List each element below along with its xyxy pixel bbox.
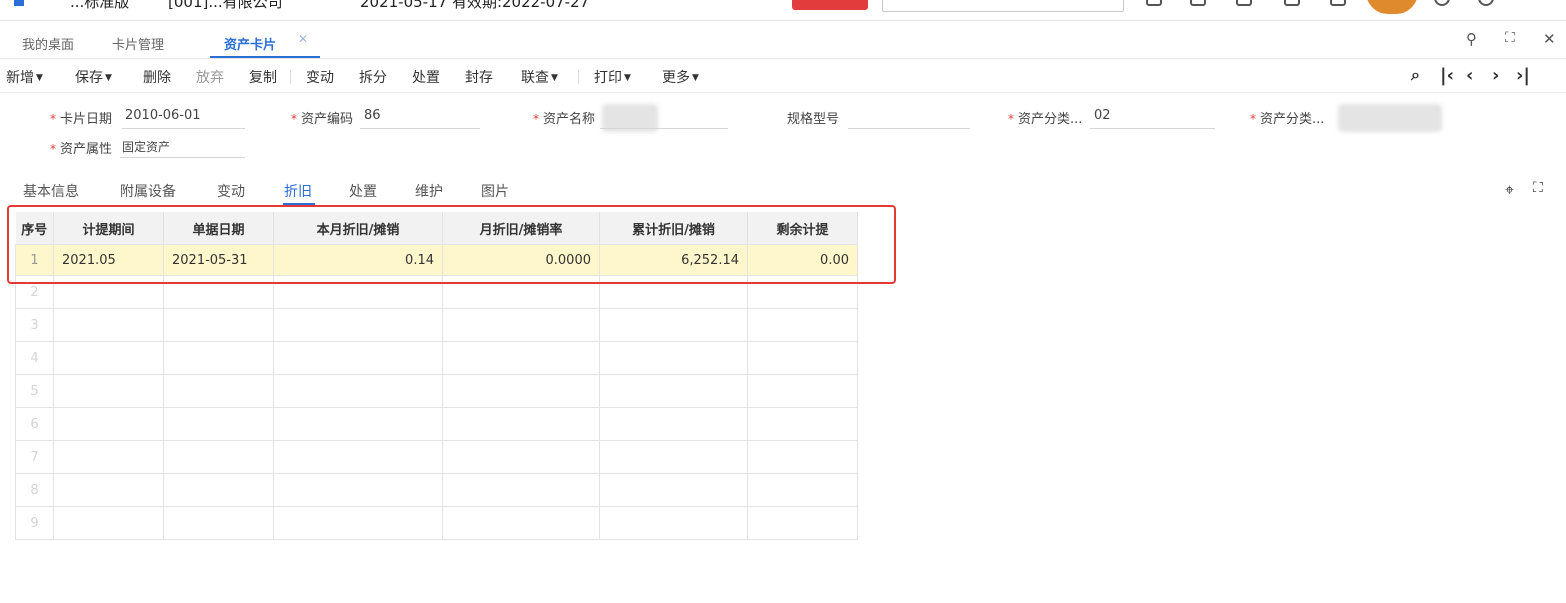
chevron-down-icon: ▼ <box>624 73 631 83</box>
row-number: 4 <box>15 341 54 375</box>
last-record-icon[interactable]: ›| <box>1516 65 1530 86</box>
copy-button[interactable]: 复制 <box>249 67 277 87</box>
mascot-icon[interactable] <box>1366 0 1418 14</box>
category1-field[interactable]: 02 <box>1094 108 1111 123</box>
subtab-basic-info[interactable]: 基本信息 <box>23 181 79 201</box>
logo-icon <box>14 0 24 6</box>
dispose-button[interactable]: 处置 <box>412 67 440 87</box>
print-dropdown-button[interactable]: 打印 ▼ <box>594 67 631 87</box>
top-header: ...标准版 [001]...有限公司 2021-05-17 有效期:2022-… <box>0 0 1566 21</box>
table-row[interactable]: 9 <box>15 506 858 540</box>
row-number: 9 <box>15 506 54 540</box>
chevron-down-icon: ▼ <box>551 73 558 83</box>
close-icon[interactable]: ✕ <box>1543 30 1556 48</box>
tab-desktop[interactable]: 我的桌面 <box>22 34 74 53</box>
field-underline <box>600 128 728 129</box>
highlight-annotation-box <box>7 205 896 284</box>
expand-icon[interactable]: ⛶ <box>1533 180 1543 196</box>
search-input[interactable] <box>882 0 1124 12</box>
category2-field[interactable] <box>1338 104 1442 132</box>
delete-button[interactable]: 删除 <box>143 67 171 87</box>
asset-code-field[interactable]: 86 <box>364 108 381 123</box>
change-button[interactable]: 变动 <box>306 67 334 87</box>
table-row[interactable]: 6 <box>15 407 858 441</box>
field-underline <box>360 128 480 129</box>
app-icon[interactable] <box>1146 0 1162 6</box>
table-row[interactable]: 3 <box>15 308 858 342</box>
row-number: 7 <box>15 440 54 474</box>
seal-button[interactable]: 封存 <box>465 67 493 87</box>
row-number: 8 <box>15 473 54 507</box>
subtab-images[interactable]: 图片 <box>481 181 509 201</box>
field-underline <box>120 157 245 158</box>
category2-label: * 资产分类... <box>1250 112 1325 127</box>
discard-button[interactable]: 放弃 <box>196 67 224 87</box>
card-date-field[interactable]: 2010-06-01 <box>125 108 201 123</box>
field-underline <box>1090 128 1215 129</box>
table-row[interactable]: 4 <box>15 341 858 375</box>
toolbar-divider <box>578 70 579 84</box>
asset-name-label: * 资产名称 <box>533 112 596 127</box>
new-dropdown-button[interactable]: 新增 ▼ <box>6 67 43 87</box>
more-dropdown-button[interactable]: 更多 ▼ <box>662 67 699 87</box>
new-button[interactable] <box>792 0 868 10</box>
table-row[interactable]: 8 <box>15 473 858 507</box>
card-date-label: * 卡片日期 <box>50 112 113 127</box>
save-dropdown-button[interactable]: 保存 ▼ <box>75 67 112 87</box>
tab-asset-card[interactable]: 资产卡片 <box>224 34 276 53</box>
query-dropdown-button[interactable]: 联查 ▼ <box>521 67 558 87</box>
close-tab-icon[interactable]: ✕ <box>298 32 308 46</box>
subtab-attached-equipment[interactable]: 附属设备 <box>120 181 176 201</box>
field-underline <box>122 128 245 129</box>
category1-label: * 资产分类... <box>1008 112 1083 127</box>
next-record-icon[interactable]: › <box>1492 65 1499 86</box>
user-icon[interactable] <box>1478 0 1494 6</box>
spec-field[interactable] <box>848 128 970 129</box>
row-number: 3 <box>15 308 54 342</box>
chevron-down-icon: ▼ <box>36 73 43 83</box>
asset-code-label: * 资产编码 <box>291 112 354 127</box>
subtab-change[interactable]: 变动 <box>217 181 245 201</box>
app-title: ...标准版 <box>70 0 130 11</box>
company-name[interactable]: [001]...有限公司 <box>168 0 283 12</box>
previous-record-icon[interactable]: ‹ <box>1466 65 1473 86</box>
help-icon[interactable] <box>1434 0 1450 6</box>
tab-bar: 我的桌面 卡片管理 资产卡片 ✕ ⚲ ⛶ ✕ <box>0 24 1566 59</box>
subtab-maintenance[interactable]: 维护 <box>415 181 443 201</box>
chevron-down-icon: ▼ <box>105 73 112 83</box>
find-icon[interactable]: ⌕ <box>1411 65 1420 85</box>
date-info: 2021-05-17 有效期:2022-07-27 <box>360 0 590 11</box>
first-record-icon[interactable]: |‹ <box>1440 65 1454 86</box>
asset-attribute-field[interactable]: 固定资产 <box>122 138 170 155</box>
fullscreen-icon[interactable]: ⛶ <box>1505 30 1515 46</box>
bell-icon[interactable] <box>1284 0 1300 6</box>
asset-attribute-label: * 资产属性 <box>50 142 113 157</box>
toolbar: 新增 ▼ 保存 ▼ 删除 放弃 复制 变动 拆分 处置 封存 联查 ▼ 打印 ▼ 更多 ▼… <box>0 60 1566 93</box>
subtab-depreciation[interactable]: 折旧 <box>284 181 312 201</box>
toolbar-divider <box>290 70 291 84</box>
subtab-disposal[interactable]: 处置 <box>349 181 377 201</box>
spec-label: 规格型号 <box>787 112 840 127</box>
phone-icon[interactable] <box>1330 0 1346 6</box>
location-icon[interactable]: ⌖ <box>1505 180 1514 200</box>
row-number: 6 <box>15 407 54 441</box>
table-row[interactable]: 5 <box>15 374 858 408</box>
active-tab-indicator <box>210 56 320 58</box>
list-icon[interactable] <box>1190 0 1206 6</box>
message-icon[interactable] <box>1236 0 1252 6</box>
search-icon[interactable]: ⚲ <box>1466 30 1477 48</box>
tab-card-management[interactable]: 卡片管理 <box>112 34 164 53</box>
table-row[interactable]: 7 <box>15 440 858 474</box>
row-number: 5 <box>15 374 54 408</box>
chevron-down-icon: ▼ <box>692 73 699 83</box>
split-button[interactable]: 拆分 <box>359 67 387 87</box>
